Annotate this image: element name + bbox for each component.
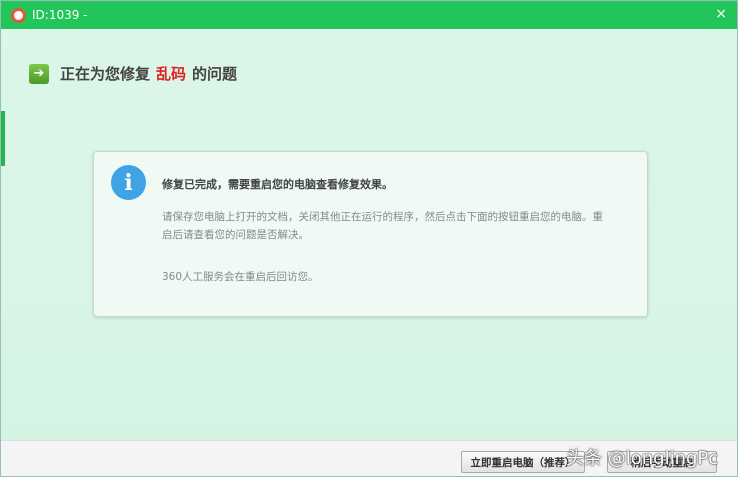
result-card: i 修复已完成，需要重启您的电脑查看修复效果。 请保存您电脑上打开的文档，关闭其… bbox=[93, 151, 648, 317]
watermark: 头条 @longlingPc bbox=[566, 448, 719, 469]
title-bar: ID:1039 - × bbox=[1, 1, 737, 29]
window-title: ID:1039 - bbox=[32, 8, 88, 22]
background-window-strip bbox=[1, 111, 5, 166]
card-body: 请保存您电脑上打开的文档，关闭其他正在运行的程序，然后点击下面的按钮重启您的电脑… bbox=[162, 211, 603, 241]
info-icon: i bbox=[111, 165, 146, 200]
close-button[interactable]: × bbox=[715, 6, 727, 22]
heading-suffix: 的问题 bbox=[192, 65, 238, 83]
card-title: 修复已完成，需要重启您的电脑查看修复效果。 bbox=[162, 178, 393, 191]
page-heading: ➔ 正在为您修复 乱码 的问题 bbox=[29, 63, 237, 84]
lifebuoy-logo-icon bbox=[11, 7, 26, 23]
heading-issue: 乱码 bbox=[156, 65, 187, 83]
repair-window: ID:1039 - × ➔ 正在为您修复 乱码 的问题 i 修复已完成，需要重启… bbox=[0, 0, 738, 477]
card-note: 360人工服务会在重启后回访您。 bbox=[162, 271, 319, 283]
heading-prefix: 正在为您修复 bbox=[60, 65, 151, 83]
arrow-right-icon: ➔ bbox=[29, 63, 49, 84]
